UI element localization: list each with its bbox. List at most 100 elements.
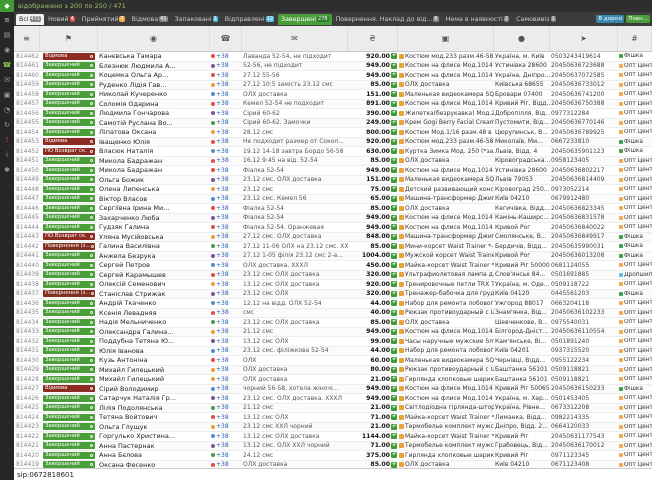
- tab-refused[interactable]: Відмова 41: [129, 14, 171, 25]
- status-badge[interactable]: Завершений: [43, 433, 95, 440]
- status-badge[interactable]: Завершений: [43, 81, 95, 88]
- tracking-number[interactable]: 0982214335: [550, 414, 618, 421]
- table-row[interactable]: 814426 Завершений Сатарчук Наталія Гр...…: [14, 394, 652, 404]
- product-name[interactable]: Маленькая видеокамера SQ8 *...: [405, 176, 494, 183]
- status-badge[interactable]: Завершений: [43, 176, 95, 183]
- tracking-number[interactable]: 0937315520: [550, 347, 618, 354]
- table-row[interactable]: 814421 Завершений Анна Пастернак +38 13.…: [14, 442, 652, 452]
- stats-icon[interactable]: ◔: [0, 102, 14, 117]
- status-badge[interactable]: ПО Возврат ск.: [43, 148, 95, 155]
- customer-column-icon[interactable]: ◉: [98, 26, 210, 51]
- table-row[interactable]: 814441 Завершений Анжела Безрука +38 27.…: [14, 252, 652, 262]
- customer-name[interactable]: Лілія Подолянська: [98, 404, 210, 412]
- customer-name[interactable]: Олександра Галина...: [98, 328, 210, 336]
- table-row[interactable]: 814443 ПО Возврат ск. Уляна Мусійовська …: [14, 233, 652, 243]
- tab-out-of-stock[interactable]: Нема в наявності 2: [443, 14, 512, 25]
- tracking-number[interactable]: 0509118821: [550, 376, 618, 383]
- customer-name[interactable]: Тетяна Войтович: [98, 413, 210, 421]
- customer-name[interactable]: Блезнюк Людмила А...: [98, 62, 210, 70]
- status-badge[interactable]: Завершений: [43, 395, 95, 402]
- sync-icon[interactable]: ↻: [0, 117, 14, 132]
- tab-pickup[interactable]: Самовивіз 2: [513, 14, 559, 25]
- product-name[interactable]: Майка-корсет Waist Trainer *-1...: [405, 262, 494, 269]
- status-badge[interactable]: Завершений: [43, 100, 95, 107]
- phone-prefix[interactable]: +38: [216, 271, 229, 278]
- phone-prefix[interactable]: +38: [216, 62, 229, 69]
- phone-prefix[interactable]: +38: [216, 138, 229, 145]
- table-row[interactable]: 814437 Повернення (з... Станіслав Стрижа…: [14, 290, 652, 300]
- phone-prefix[interactable]: +38: [216, 214, 229, 221]
- tracking-number[interactable]: 20450636741200: [550, 91, 618, 98]
- phone-prefix[interactable]: +38: [216, 414, 229, 421]
- customers-icon[interactable]: ◉: [0, 42, 14, 57]
- status-badge[interactable]: ПО Возврат ск.: [43, 233, 95, 240]
- customer-name[interactable]: Сірий Володимир: [98, 385, 210, 393]
- tracking-number[interactable]: 0501691885: [550, 271, 618, 278]
- customer-name[interactable]: Олексій Семенович: [98, 280, 210, 288]
- status-badge[interactable]: Відмова: [43, 385, 95, 392]
- tracking-number[interactable]: 0973052214: [550, 186, 618, 193]
- phone-prefix[interactable]: +38: [216, 81, 229, 88]
- phone-prefix[interactable]: +38: [216, 91, 229, 98]
- info-icon[interactable]: i: [0, 147, 14, 162]
- orders-icon[interactable]: ▤: [0, 27, 14, 42]
- customer-name[interactable]: Іващенко Юлія: [98, 138, 210, 146]
- phone-prefix[interactable]: +38: [216, 281, 229, 288]
- product-name[interactable]: Мужской корсет Waist Trainer *...: [405, 252, 494, 259]
- status-badge[interactable]: Завершений: [43, 72, 95, 79]
- tab-shipped[interactable]: Відправлені 12: [222, 14, 277, 25]
- customer-name[interactable]: Сергей Карамышев: [98, 271, 210, 279]
- customer-name[interactable]: Канєвська Тамара: [98, 52, 210, 60]
- table-row[interactable]: 814453 Відмова Іващенко Юлія +38 Не подх…: [14, 138, 652, 148]
- status-badge[interactable]: Завершений: [43, 404, 95, 411]
- customer-name[interactable]: Сергей Петров: [98, 261, 210, 269]
- status-badge[interactable]: Завершений: [43, 461, 95, 468]
- product-name[interactable]: Куртка Зимка Мод. 250 (*зал.8...: [405, 148, 494, 155]
- customer-name[interactable]: Коцемка Ольга Ар...: [98, 71, 210, 79]
- status-badge[interactable]: Завершений: [43, 300, 95, 307]
- product-name[interactable]: Часы наручные мужские Smar...: [405, 338, 494, 345]
- product-name[interactable]: Рюкзак противоударный с USB...: [405, 366, 494, 373]
- phone-prefix[interactable]: +38: [216, 157, 229, 164]
- table-row[interactable]: 814424 Завершений Тетяна Войтович +38 13…: [14, 413, 652, 423]
- tracking-number[interactable]: 20450635901123: [550, 148, 618, 155]
- status-badge[interactable]: Завершений: [43, 224, 95, 231]
- customer-name[interactable]: Уляна Мусійовська: [98, 233, 210, 241]
- messages-icon[interactable]: ✉: [0, 72, 14, 87]
- table-row[interactable]: 814432 Завершений Поддубна Тетяна Ю... +…: [14, 337, 652, 347]
- tracking-number[interactable]: 0955122234: [550, 357, 618, 364]
- table-row[interactable]: 814438 Завершений Олексій Семенович +38 …: [14, 280, 652, 290]
- table-row[interactable]: 814427 Відмова Сірий Володимир +38 чорни…: [14, 385, 652, 395]
- customer-name[interactable]: Ксенія Левадняя: [98, 309, 210, 317]
- table-row[interactable]: 814461 Завершений Блезнюк Людмила А... +…: [14, 62, 652, 72]
- table-row[interactable]: 814452 ПО Возврат ск. Власюк Наталія +38…: [14, 147, 652, 157]
- phone-prefix[interactable]: +38: [216, 53, 229, 60]
- product-name[interactable]: ОЛХ доставка: [405, 319, 449, 326]
- phone-prefix[interactable]: +38: [216, 461, 229, 468]
- customer-name[interactable]: Юлія Іванова: [98, 347, 210, 355]
- status-badge[interactable]: Повернення (з...: [43, 290, 95, 297]
- table-row[interactable]: 814442 Повернення (з... Галина Василівна…: [14, 242, 652, 252]
- menu-icon[interactable]: ≡: [0, 12, 14, 27]
- phone-prefix[interactable]: +38: [216, 252, 229, 259]
- table-row[interactable]: 814456 Завершений Людмила Гончарова +38 …: [14, 109, 652, 119]
- status-badge[interactable]: Відмова: [43, 138, 95, 145]
- customer-name[interactable]: Галина Василівна: [98, 242, 210, 250]
- product-name[interactable]: Костюм на флисе Мод.1014 (т...: [405, 167, 494, 174]
- tracking-number[interactable]: 20450636849917: [550, 233, 618, 240]
- tracking-number[interactable]: 0509118722: [550, 281, 618, 288]
- product-name[interactable]: Костюм на флисе Мод.1014 (т...: [405, 385, 494, 392]
- chip-in-transit[interactable]: В дорозі: [596, 15, 624, 23]
- status-badge[interactable]: Завершений: [43, 319, 95, 326]
- product-name[interactable]: Костюм на флисе Мод.1014 (т...: [405, 100, 494, 107]
- product-name[interactable]: Машина-трансформер Джип-Б...: [405, 233, 494, 240]
- status-badge[interactable]: Завершений: [43, 414, 95, 421]
- status-badge[interactable]: Відмова: [43, 53, 95, 60]
- customer-name[interactable]: Ліпатова Оксана: [98, 128, 210, 136]
- comment-column-icon[interactable]: ✉: [242, 26, 348, 51]
- product-name[interactable]: Костюм мод.233 разм.46-58 (Т...: [405, 53, 494, 60]
- tracking-column-icon[interactable]: ➤: [550, 26, 618, 51]
- tab-packed[interactable]: Запаковані 1: [172, 14, 221, 25]
- product-name[interactable]: Костюм на флисе Мод.1014 (т...: [405, 328, 494, 335]
- phone-column-icon[interactable]: ☎: [210, 26, 242, 51]
